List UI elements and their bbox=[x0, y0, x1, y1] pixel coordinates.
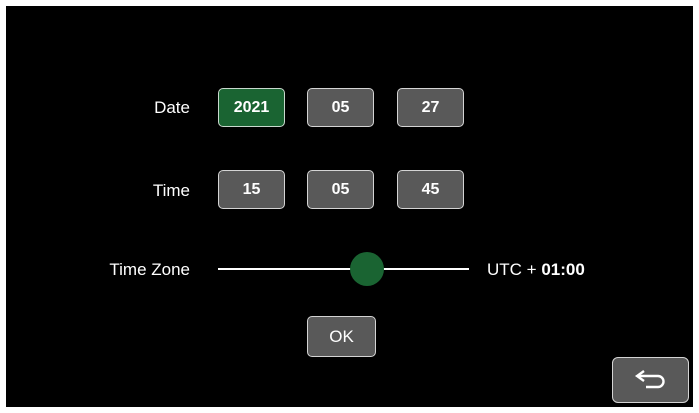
back-button[interactable] bbox=[612, 357, 689, 403]
back-arrow-icon bbox=[633, 367, 669, 394]
time-minute-button[interactable]: 05 bbox=[307, 170, 374, 209]
date-day-button[interactable]: 27 bbox=[397, 88, 464, 127]
time-second-button[interactable]: 45 bbox=[397, 170, 464, 209]
ok-button[interactable]: OK bbox=[307, 316, 376, 357]
timezone-slider-track[interactable] bbox=[218, 268, 469, 270]
timezone-prefix: UTC + bbox=[487, 260, 537, 279]
timezone-readout: UTC + 01:00 bbox=[487, 260, 585, 280]
time-label: Time bbox=[152, 181, 190, 200]
timezone-label: Time Zone bbox=[109, 260, 190, 279]
datetime-settings-screen: Date 2021 05 27 Time 15 05 45 Time Zone … bbox=[6, 6, 693, 407]
date-year-button[interactable]: 2021 bbox=[218, 88, 285, 127]
time-hour-button[interactable]: 15 bbox=[218, 170, 285, 209]
date-label: Date bbox=[154, 98, 190, 117]
timezone-value: 01:00 bbox=[541, 260, 585, 279]
timezone-slider-thumb[interactable] bbox=[350, 252, 384, 286]
date-month-button[interactable]: 05 bbox=[307, 88, 374, 127]
